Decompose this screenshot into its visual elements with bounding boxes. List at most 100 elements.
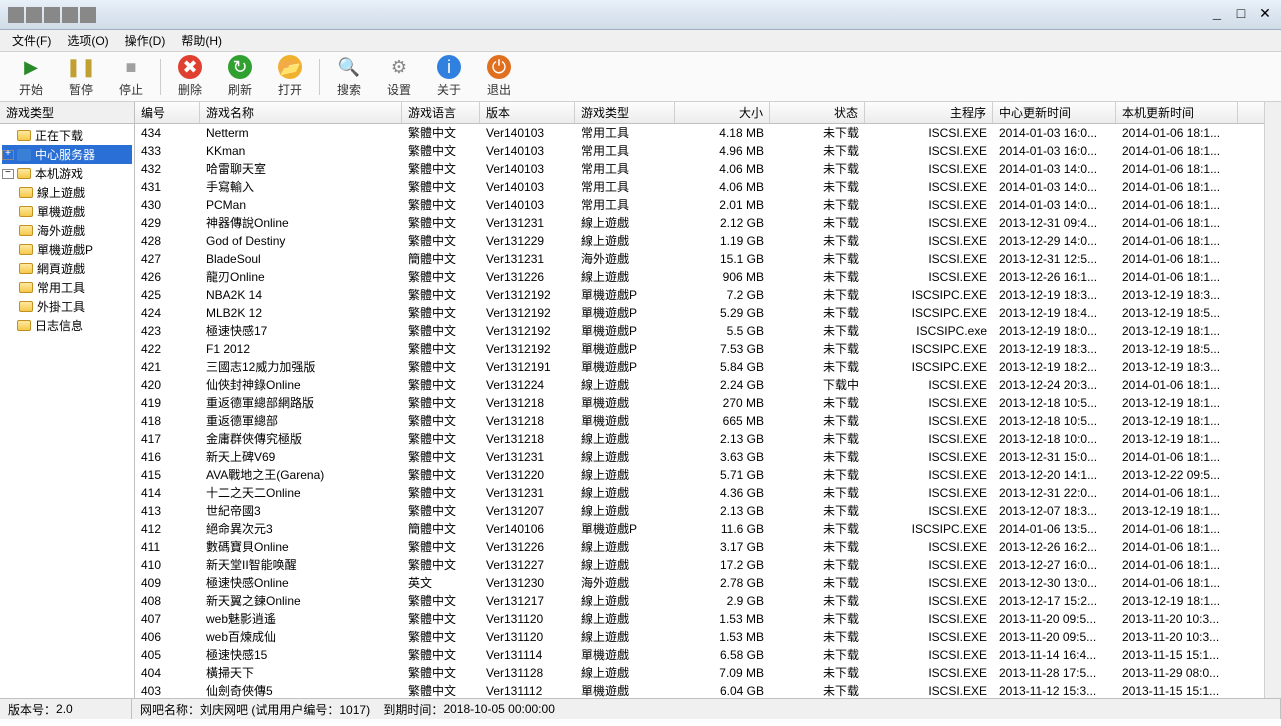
table-cell: 繁體中文 <box>402 610 480 627</box>
table-cell: 十二之天二Online <box>200 484 402 501</box>
maximize-button[interactable]: □ <box>1229 5 1253 25</box>
table-row[interactable]: 412絕命異次元3簡體中文Ver140106單機遊戲P11.6 GB未下载ISC… <box>135 520 1264 538</box>
table-row[interactable]: 419重返德軍總部網路版繁體中文Ver131218單機遊戲270 MB未下载IS… <box>135 394 1264 412</box>
table-row[interactable]: 425NBA2K 14繁體中文Ver1312192單機遊戲P7.2 GB未下载I… <box>135 286 1264 304</box>
minimize-button[interactable]: _ <box>1205 5 1229 25</box>
table-cell: ISCSI.EXE <box>865 594 993 608</box>
tree-toggle-icon[interactable]: − <box>2 169 14 179</box>
table-cell: 7.2 GB <box>675 288 770 302</box>
table-row[interactable]: 406web百煉成仙繁體中文Ver131120線上遊戲1.53 MB未下载ISC… <box>135 628 1264 646</box>
table-row[interactable]: 429神器傳說Online繁體中文Ver131231線上遊戲2.12 GB未下载… <box>135 214 1264 232</box>
table-row[interactable]: 433KKman繁體中文Ver140103常用工具4.96 MB未下载ISCSI… <box>135 142 1264 160</box>
close-button[interactable]: ✕ <box>1253 5 1277 25</box>
tree-node[interactable]: 正在下载 <box>2 126 132 145</box>
menu-options[interactable]: 选项(O) <box>59 30 116 51</box>
table-cell: 2013-12-19 18:4... <box>993 306 1116 320</box>
table-row[interactable]: 414十二之天二Online繁體中文Ver131231線上遊戲4.36 GB未下… <box>135 484 1264 502</box>
table-row[interactable]: 421三國志12威力加强版繁體中文Ver1312191單機遊戲P5.84 GB未… <box>135 358 1264 376</box>
table-row[interactable]: 410新天堂II智能唤醒繁體中文Ver131227線上遊戲17.2 GB未下载I… <box>135 556 1264 574</box>
table-row[interactable]: 411數碼寶貝Online繁體中文Ver131226線上遊戲3.17 GB未下载… <box>135 538 1264 556</box>
table-cell: 單機遊戲P <box>575 286 675 303</box>
table-row[interactable]: 409極速快感Online英文Ver131230海外遊戲2.78 GB未下载IS… <box>135 574 1264 592</box>
table-cell: KKman <box>200 144 402 158</box>
table-row[interactable]: 428God of Destiny繁體中文Ver131229線上遊戲1.19 G… <box>135 232 1264 250</box>
titlebar-icons <box>8 7 96 23</box>
menu-file[interactable]: 文件(F) <box>4 30 59 51</box>
table-row[interactable]: 415AVA戰地之王(Garena)繁體中文Ver131220線上遊戲5.71 … <box>135 466 1264 484</box>
stop-button[interactable]: ■停止 <box>106 53 156 100</box>
table-cell: 未下载 <box>770 646 865 663</box>
table-cell: 簡體中文 <box>402 520 480 537</box>
table-cell: Ver131218 <box>480 414 575 428</box>
column-header[interactable]: 本机更新时间 <box>1116 102 1238 123</box>
column-header[interactable]: 状态 <box>770 102 865 123</box>
column-header[interactable]: 游戏名称 <box>200 102 402 123</box>
table-cell: ISCSIPC.exe <box>865 324 993 338</box>
open-button[interactable]: 📂打开 <box>265 53 315 100</box>
table-row[interactable]: 403仙劍奇俠傳5繁體中文Ver131112單機遊戲6.04 GB未下载ISCS… <box>135 682 1264 698</box>
table-cell: Ver1312192 <box>480 306 575 320</box>
tree-node[interactable]: 常用工具 <box>2 278 132 297</box>
menu-operate[interactable]: 操作(D) <box>117 30 174 51</box>
column-header[interactable]: 版本 <box>480 102 575 123</box>
table-cell: 2014-01-06 18:1... <box>1116 162 1238 176</box>
tree-node[interactable]: 單機遊戲 <box>2 202 132 221</box>
table-cell: 906 MB <box>675 270 770 284</box>
table-cell: 仙劍奇俠傳5 <box>200 682 402 698</box>
table-row[interactable]: 432哈雷聊天室繁體中文Ver140103常用工具4.06 MB未下载ISCSI… <box>135 160 1264 178</box>
table-row[interactable]: 422F1 2012繁體中文Ver1312192單機遊戲P7.53 GB未下载I… <box>135 340 1264 358</box>
table-row[interactable]: 405極速快感15繁體中文Ver131114單機遊戲6.58 GB未下载ISCS… <box>135 646 1264 664</box>
table-cell: 2013-12-18 10:5... <box>993 396 1116 410</box>
table-row[interactable]: 416新天上碑V69繁體中文Ver131231線上遊戲3.63 GB未下载ISC… <box>135 448 1264 466</box>
tree-node[interactable]: +中心服务器 <box>2 145 132 164</box>
table-row[interactable]: 404橫掃天下繁體中文Ver131128線上遊戲7.09 MB未下载ISCSI.… <box>135 664 1264 682</box>
table-row[interactable]: 420仙俠封神錄Online繁體中文Ver131224線上遊戲2.24 GB下载… <box>135 376 1264 394</box>
column-header[interactable]: 中心更新时间 <box>993 102 1116 123</box>
table-row[interactable]: 426龍刃Online繁體中文Ver131226線上遊戲906 MB未下载ISC… <box>135 268 1264 286</box>
table-row[interactable]: 431手寫輸入繁體中文Ver140103常用工具4.06 MB未下载ISCSI.… <box>135 178 1264 196</box>
table-row[interactable]: 418重返德軍總部繁體中文Ver131218單機遊戲665 MB未下载ISCSI… <box>135 412 1264 430</box>
table-cell: 神器傳說Online <box>200 214 402 231</box>
table-row[interactable]: 408新天翼之鍊Online繁體中文Ver131217線上遊戲2.9 GB未下载… <box>135 592 1264 610</box>
menu-help[interactable]: 帮助(H) <box>173 30 230 51</box>
scrollbar-vertical[interactable] <box>1264 102 1281 124</box>
grid-body[interactable]: 434Netterm繁體中文Ver140103常用工具4.18 MB未下载ISC… <box>135 124 1264 698</box>
tree-node[interactable]: 外掛工具 <box>2 297 132 316</box>
tree-node[interactable]: 網頁遊戲 <box>2 259 132 278</box>
pause-button[interactable]: ❚❚暂停 <box>56 53 106 100</box>
table-row[interactable]: 434Netterm繁體中文Ver140103常用工具4.18 MB未下载ISC… <box>135 124 1264 142</box>
tree-toggle-icon[interactable]: + <box>2 150 14 160</box>
table-row[interactable]: 417金庸群俠傳究極版繁體中文Ver131218線上遊戲2.13 GB未下载IS… <box>135 430 1264 448</box>
tree-node[interactable]: 單機遊戲P <box>2 240 132 259</box>
table-row[interactable]: 430PCMan繁體中文Ver140103常用工具2.01 MB未下载ISCSI… <box>135 196 1264 214</box>
tree-node[interactable]: 海外遊戲 <box>2 221 132 240</box>
tree-node[interactable]: 線上遊戲 <box>2 183 132 202</box>
table-cell: ISCSIPC.EXE <box>865 360 993 374</box>
start-button[interactable]: ▶开始 <box>6 53 56 100</box>
scrollbar-vertical[interactable] <box>1264 124 1281 698</box>
table-cell: 2013-11-12 15:3... <box>993 684 1116 698</box>
column-header[interactable]: 主程序 <box>865 102 993 123</box>
table-cell: BladeSoul <box>200 252 402 266</box>
column-header[interactable]: 游戏类型 <box>575 102 675 123</box>
table-cell: 2013-12-19 18:0... <box>993 324 1116 338</box>
table-row[interactable]: 427BladeSoul簡體中文Ver131231海外遊戲15.1 GB未下载I… <box>135 250 1264 268</box>
column-header[interactable]: 编号 <box>135 102 200 123</box>
table-row[interactable]: 407web魅影逍遙繁體中文Ver131120線上遊戲1.53 MB未下载ISC… <box>135 610 1264 628</box>
table-cell: 3.63 GB <box>675 450 770 464</box>
exit-button[interactable]: ⏻退出 <box>474 53 524 100</box>
table-cell: 2013-12-19 18:2... <box>993 360 1116 374</box>
refresh-button[interactable]: ↻刷新 <box>215 53 265 100</box>
table-row[interactable]: 423極速快感17繁體中文Ver1312192單機遊戲P5.5 GB未下载ISC… <box>135 322 1264 340</box>
settings-button[interactable]: ⚙设置 <box>374 53 424 100</box>
table-cell: 繁體中文 <box>402 142 480 159</box>
search-button[interactable]: 🔍搜索 <box>324 53 374 100</box>
about-button[interactable]: i关于 <box>424 53 474 100</box>
table-row[interactable]: 413世紀帝國3繁體中文Ver131207線上遊戲2.13 GB未下载ISCSI… <box>135 502 1264 520</box>
tree-node[interactable]: 日志信息 <box>2 316 132 335</box>
table-row[interactable]: 424MLB2K 12繁體中文Ver1312192單機遊戲P5.29 GB未下载… <box>135 304 1264 322</box>
delete-button[interactable]: ✖删除 <box>165 53 215 100</box>
tree-node[interactable]: −本机游戏 <box>2 164 132 183</box>
column-header[interactable]: 游戏语言 <box>402 102 480 123</box>
column-header[interactable]: 大小 <box>675 102 770 123</box>
